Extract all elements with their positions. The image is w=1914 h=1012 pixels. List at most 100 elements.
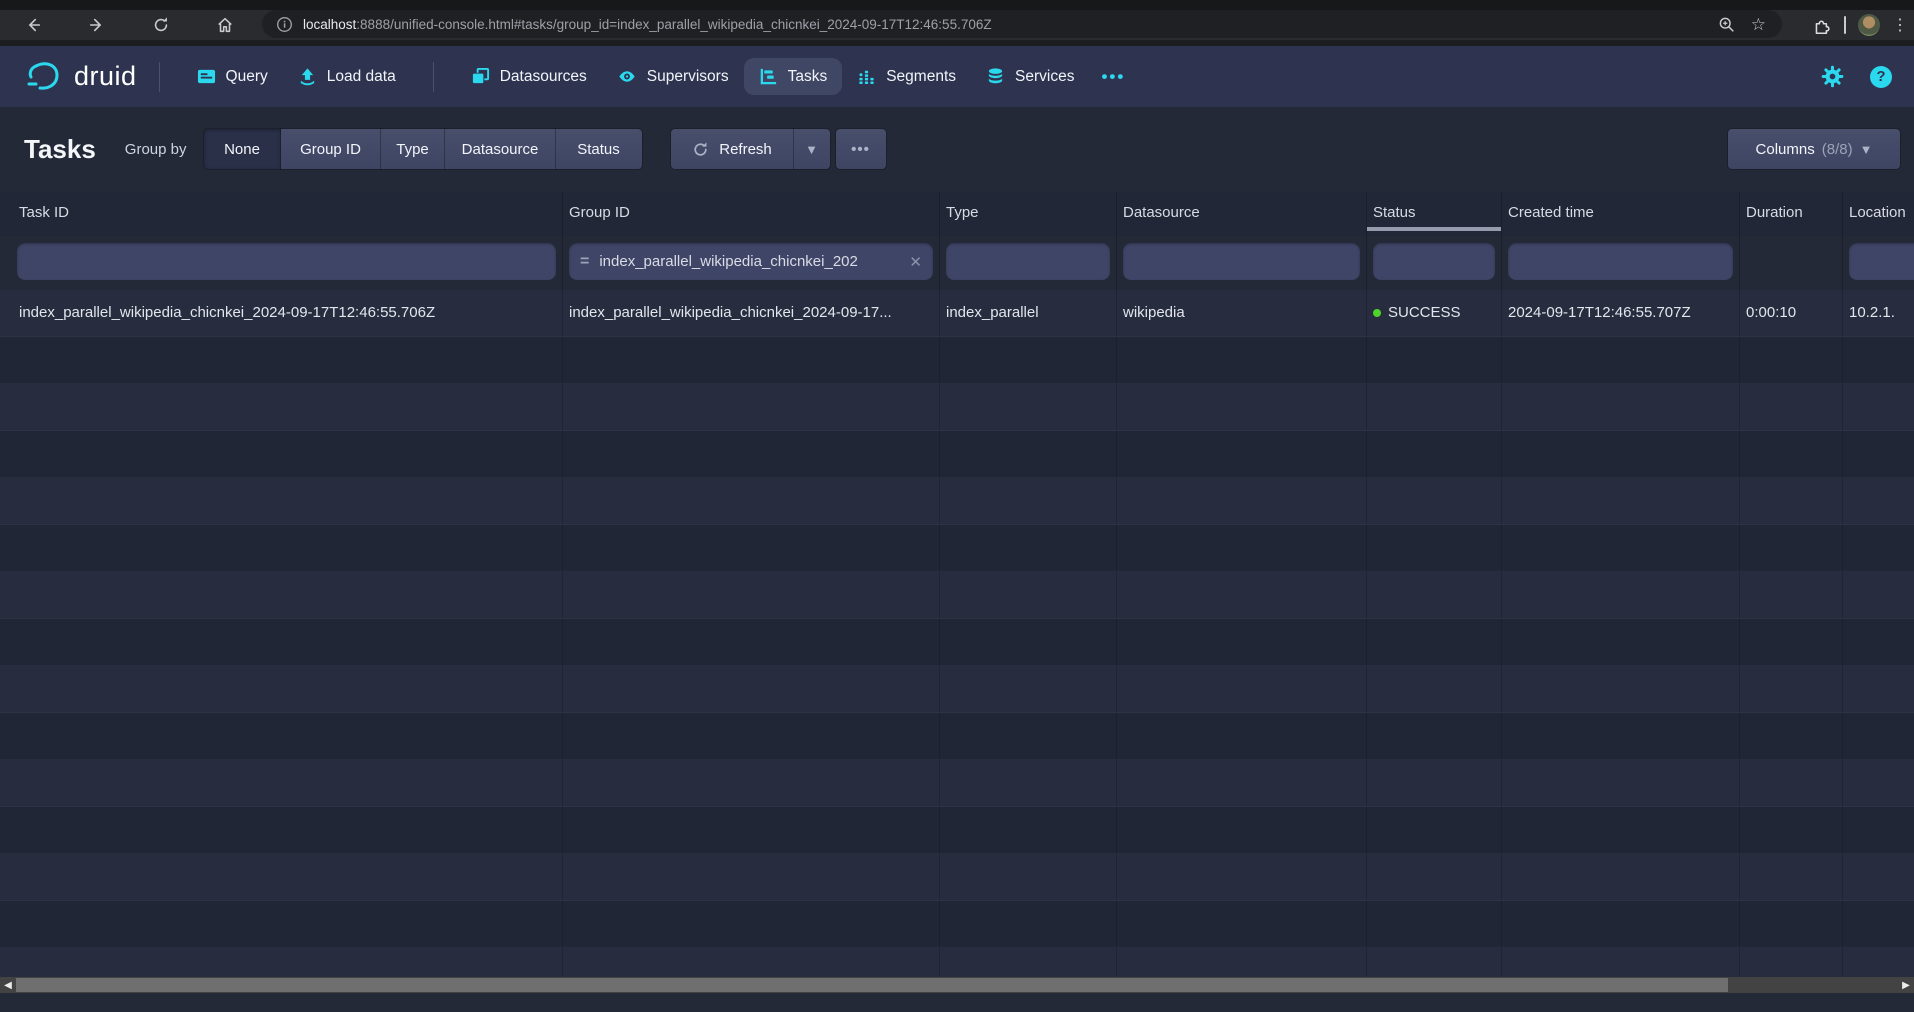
- refresh-interval-dropdown[interactable]: ▼: [794, 129, 830, 169]
- cell-empty: [0, 525, 563, 571]
- cell-empty: [940, 666, 1117, 712]
- nav-item-tasks[interactable]: Tasks: [744, 58, 843, 95]
- column-header-created_time[interactable]: Created time: [1502, 192, 1740, 236]
- cell-empty: [1502, 713, 1740, 759]
- help-icon[interactable]: ?: [1870, 66, 1892, 88]
- site-info-icon[interactable]: [276, 16, 293, 33]
- cell-status[interactable]: SUCCESS: [1367, 290, 1502, 336]
- clear-filter-icon[interactable]: ✕: [901, 253, 922, 271]
- cell-empty: [1843, 807, 1914, 853]
- nav-item-load-data[interactable]: Load data: [283, 58, 411, 95]
- druid-logo[interactable]: druid: [24, 58, 137, 96]
- tasks-table: Task IDGroup IDTypeDatasourceStatusCreat…: [0, 192, 1914, 977]
- cell-empty: [1502, 807, 1740, 853]
- bookmark-star-icon[interactable]: ☆: [1751, 16, 1766, 33]
- cell-empty: [1843, 619, 1914, 665]
- group-by-type[interactable]: Type: [381, 129, 445, 169]
- cell-empty: [940, 948, 1117, 977]
- cell-empty: [1843, 854, 1914, 900]
- column-header-duration[interactable]: Duration: [1740, 192, 1843, 236]
- cell-type[interactable]: index_parallel: [940, 290, 1117, 336]
- navbar-more-button[interactable]: •••: [1089, 59, 1137, 95]
- cell-created_time[interactable]: 2024-09-17T12:46:55.707Z: [1502, 290, 1740, 336]
- cell-empty: [1117, 948, 1367, 977]
- cell-group_id[interactable]: index_parallel_wikipedia_chicnkei_2024-0…: [563, 290, 940, 336]
- filter-input-task_id[interactable]: [17, 243, 556, 280]
- scroll-left-icon[interactable]: ◀: [0, 977, 16, 993]
- cell-empty: [940, 619, 1117, 665]
- filter-input-datasource[interactable]: [1123, 243, 1360, 280]
- group-by-group-id[interactable]: Group ID: [281, 129, 381, 169]
- cell-empty: [940, 901, 1117, 947]
- nav-item-services[interactable]: Services: [971, 58, 1089, 95]
- cell-duration[interactable]: 0:00:10: [1740, 290, 1843, 336]
- horizontal-scrollbar[interactable]: ◀ ▶: [0, 977, 1914, 993]
- profile-avatar[interactable]: [1858, 14, 1880, 36]
- cell-task_id[interactable]: index_parallel_wikipedia_chicnkei_2024-0…: [0, 290, 563, 336]
- cell-empty: [1502, 478, 1740, 524]
- refresh-label: Refresh: [719, 141, 772, 158]
- table-row-empty: [0, 807, 1914, 854]
- cell-empty: [563, 431, 940, 477]
- cell-empty: [1740, 384, 1843, 430]
- zoom-page-icon[interactable]: [1718, 16, 1735, 33]
- cell-datasource[interactable]: wikipedia: [1117, 290, 1367, 336]
- url-bar[interactable]: localhost:8888/unified-console.html#task…: [262, 10, 1782, 38]
- extensions-puzzle-icon[interactable]: [1813, 16, 1832, 35]
- filter-input-status[interactable]: [1373, 243, 1495, 280]
- cell-empty: [1367, 854, 1502, 900]
- column-header-group_id[interactable]: Group ID: [563, 192, 940, 236]
- cell-empty: [1740, 619, 1843, 665]
- back-icon[interactable]: [20, 12, 46, 38]
- nav-item-query[interactable]: Query: [182, 58, 283, 95]
- nav-item-supervisors[interactable]: Supervisors: [602, 58, 744, 95]
- refresh-button-group: Refresh ▼: [671, 129, 830, 169]
- nav-item-label: Load data: [327, 68, 396, 86]
- home-icon[interactable]: [212, 12, 238, 38]
- cell-empty: [0, 901, 563, 947]
- reload-icon[interactable]: [148, 12, 174, 38]
- nav-item-label: Datasources: [500, 68, 587, 86]
- group-by-button-group: NoneGroup IDTypeDatasourceStatus: [204, 129, 642, 169]
- cell-empty: [1843, 948, 1914, 977]
- table-row-empty: [0, 901, 1914, 948]
- filter-cell-group_id: =index_parallel_wikipedia_chicnkei_202✕: [563, 236, 940, 290]
- forward-icon[interactable]: [84, 12, 110, 38]
- page-title: Tasks: [24, 134, 96, 165]
- table-row-empty: [0, 713, 1914, 760]
- cell-empty: [1502, 619, 1740, 665]
- settings-gear-icon[interactable]: [1821, 65, 1844, 88]
- columns-button[interactable]: Columns (8/8) ▼: [1728, 129, 1900, 169]
- group-by-status[interactable]: Status: [556, 129, 642, 169]
- more-actions-button[interactable]: •••: [836, 129, 886, 169]
- column-header-datasource[interactable]: Datasource: [1117, 192, 1367, 236]
- cell-empty: [1843, 431, 1914, 477]
- column-header-status[interactable]: Status: [1367, 192, 1502, 236]
- column-header-task_id[interactable]: Task ID: [0, 192, 563, 236]
- cell-empty: [1740, 948, 1843, 977]
- cell-location[interactable]: 10.2.1.: [1843, 290, 1914, 336]
- filter-input-created_time[interactable]: [1508, 243, 1733, 280]
- nav-item-label: Services: [1015, 68, 1074, 86]
- column-header-location[interactable]: Location: [1843, 192, 1914, 236]
- cell-empty: [563, 807, 940, 853]
- table-row-empty: [0, 666, 1914, 713]
- browser-menu-icon[interactable]: ⋮: [1892, 15, 1908, 35]
- group-by-datasource[interactable]: Datasource: [445, 129, 556, 169]
- navbar-group-primary: Query Load data: [182, 58, 411, 95]
- scroll-right-icon[interactable]: ▶: [1898, 977, 1914, 993]
- refresh-button[interactable]: Refresh: [671, 129, 794, 169]
- filter-input-location[interactable]: [1849, 243, 1914, 280]
- cell-empty: [563, 760, 940, 806]
- filter-chip-group_id[interactable]: =index_parallel_wikipedia_chicnkei_202✕: [569, 243, 933, 280]
- nav-item-segments[interactable]: Segments: [842, 58, 971, 95]
- group-by-none[interactable]: None: [204, 129, 281, 169]
- scrollbar-thumb[interactable]: [16, 978, 1728, 992]
- navbar-divider: [433, 62, 434, 92]
- cell-empty: [1843, 713, 1914, 759]
- table-row-empty: [0, 478, 1914, 525]
- filter-input-type[interactable]: [946, 243, 1110, 280]
- nav-item-datasources[interactable]: Datasources: [456, 58, 602, 95]
- brand-name: druid: [74, 61, 137, 92]
- column-header-type[interactable]: Type: [940, 192, 1117, 236]
